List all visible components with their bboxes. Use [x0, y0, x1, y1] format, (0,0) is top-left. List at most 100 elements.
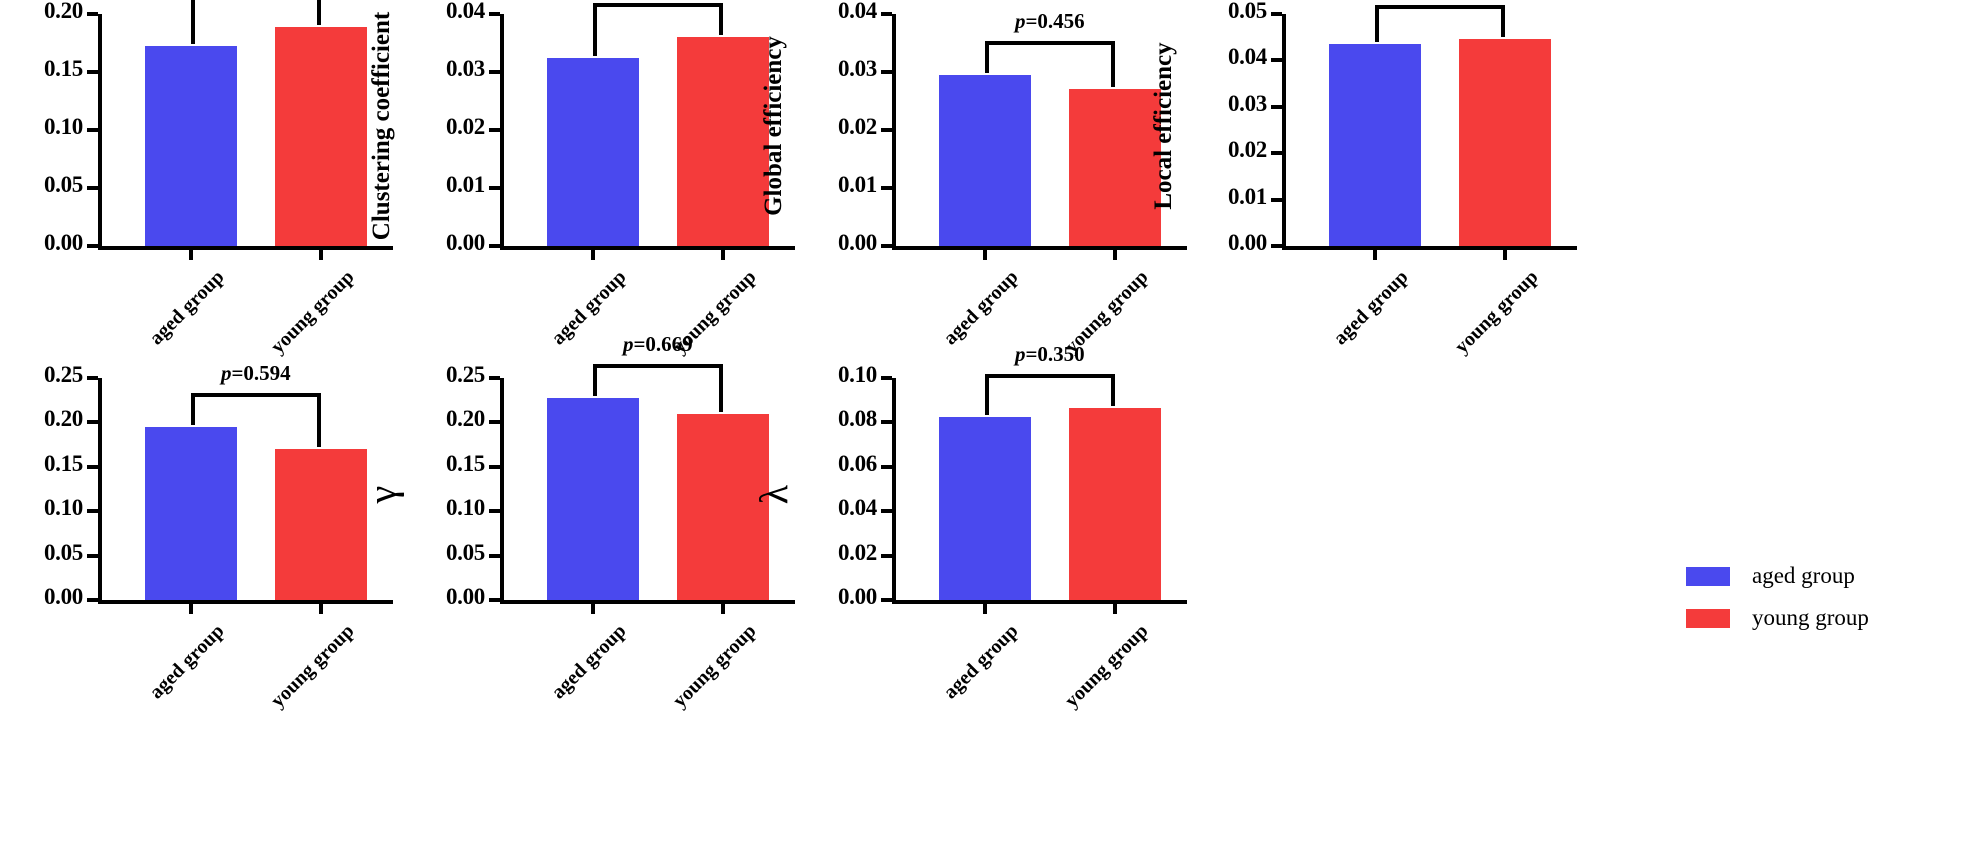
y-axis-tick: [881, 12, 892, 16]
bar-aged: [546, 57, 639, 246]
legend-color-swatch: [1686, 608, 1730, 628]
bar-aged: [938, 416, 1031, 600]
significance-bracket: [592, 3, 723, 59]
x-axis-line: [500, 246, 795, 250]
x-axis-tick: [318, 603, 323, 614]
y-axis-line: [892, 378, 896, 602]
y-axis-tick-label: 0.01: [837, 172, 877, 197]
y-axis-tick: [489, 509, 500, 514]
y-axis-tick-label: 0.20: [445, 406, 485, 432]
y-axis-tick-label: 0.04: [1227, 44, 1267, 70]
x-axis-line: [98, 600, 393, 604]
x-axis-tick-label: aged group: [547, 620, 631, 704]
y-axis-tick: [1271, 197, 1282, 202]
chart-panel-4: 0.00 0.01 0.02 0.03 0.04 0.05 aged group young …: [1150, 0, 1617, 376]
y-axis-tick: [1271, 12, 1282, 16]
x-axis-line: [500, 600, 795, 604]
x-axis-line: [98, 246, 393, 250]
chart-panel-5: 0.00 0.05 0.10 0.15 0.20 0.25 aged group young …: [0, 361, 433, 730]
x-axis-tick: [720, 603, 725, 614]
x-axis-tick-label: aged group: [1329, 266, 1413, 350]
legend-item-young-group: young group: [1686, 605, 1869, 631]
y-axis-tick-label: 0.02: [1227, 137, 1267, 163]
x-axis-line: [1282, 246, 1577, 250]
y-axis-tick: [1271, 151, 1282, 156]
y-axis-tick-label: 0.05: [445, 539, 485, 565]
x-axis-tick: [982, 603, 987, 614]
p-value-label: p=0.350: [1014, 341, 1085, 366]
x-axis-tick-label: aged group: [939, 620, 1023, 704]
y-axis-tick-label: 0.15: [43, 450, 83, 476]
y-axis-tick: [489, 186, 500, 190]
x-axis-line: [892, 600, 1187, 604]
y-axis-tick: [489, 598, 500, 602]
legend-item-aged-group: aged group: [1686, 563, 1869, 589]
y-axis-tick-label: 0.10: [837, 362, 877, 387]
y-axis-tick-label: 0.25: [43, 362, 83, 387]
y-axis-tick: [1271, 58, 1282, 63]
x-axis-tick: [1502, 249, 1507, 260]
y-axis-tick-label: 0.10: [43, 495, 83, 521]
y-axis-tick-label: 0.02: [837, 539, 877, 565]
y-axis-tick-label: 0.08: [837, 406, 877, 432]
y-axis-line: [892, 14, 896, 248]
x-axis-tick-label: aged group: [145, 620, 229, 704]
significance-bracket: [190, 392, 321, 451]
x-axis-tick: [1372, 249, 1377, 260]
legend-color-swatch: [1686, 566, 1730, 586]
p-value-label: p=0.594: [220, 360, 291, 385]
bar-aged: [144, 46, 237, 246]
y-axis-tick-label: 0.00: [445, 584, 485, 609]
bar-young: [274, 26, 367, 246]
bar-young: [676, 37, 769, 246]
y-axis-line: [98, 14, 102, 248]
x-axis-tick: [318, 249, 323, 260]
y-axis-tick: [87, 186, 98, 190]
figure-legend: aged group young group: [1686, 563, 1869, 647]
x-axis-tick-label: young group: [266, 266, 359, 358]
y-axis-tick: [87, 128, 98, 132]
y-axis-tick: [87, 70, 98, 74]
y-axis-tick-label: 0.03: [837, 56, 877, 81]
y-axis-line: [500, 378, 504, 602]
significance-bracket: [592, 364, 723, 416]
y-axis-tick: [881, 128, 892, 132]
bar-aged: [1328, 43, 1421, 246]
y-axis-title: Clustering coefficient: [368, 11, 395, 241]
bar-aged: [144, 426, 237, 600]
y-axis-tick: [87, 244, 98, 248]
y-axis-tick: [881, 70, 892, 74]
y-axis-tick-label: 0.00: [837, 230, 877, 255]
y-axis-tick: [881, 186, 892, 190]
y-axis-line: [1282, 14, 1286, 248]
y-axis-tick: [489, 244, 500, 248]
y-axis-line: [500, 14, 504, 248]
y-axis-tick: [87, 376, 98, 380]
bar-young: [274, 449, 367, 600]
x-axis-line: [892, 246, 1187, 250]
y-axis-tick-label: 0.20: [43, 0, 83, 23]
y-axis-tick: [87, 553, 98, 558]
x-axis-tick-label: aged group: [547, 266, 631, 350]
y-axis-tick-label: 0.00: [445, 230, 485, 255]
y-axis-tick-label: 0.03: [445, 56, 485, 81]
y-axis-tick: [87, 464, 98, 469]
x-axis-tick: [1112, 249, 1117, 260]
bar-aged: [938, 74, 1031, 246]
y-axis-tick-label: 0.04: [837, 0, 877, 23]
y-axis-title: λ: [751, 484, 797, 505]
legend-label: young group: [1752, 605, 1869, 630]
y-axis-tick-label: 0.00: [837, 584, 877, 609]
y-axis-tick: [87, 598, 98, 602]
bar-young: [1068, 89, 1161, 246]
y-axis-tick: [881, 464, 892, 469]
y-axis-tick: [881, 376, 892, 380]
y-axis-tick-label: 0.10: [445, 495, 485, 521]
y-axis-title: Global efficiency: [760, 36, 787, 216]
y-axis-tick: [881, 509, 892, 514]
y-axis-tick: [87, 509, 98, 514]
y-axis-tick-label: 0.15: [445, 450, 485, 476]
x-axis-tick-label: young group: [668, 620, 761, 712]
y-axis-tick-label: 0.00: [43, 584, 83, 609]
y-axis-tick: [881, 244, 892, 248]
